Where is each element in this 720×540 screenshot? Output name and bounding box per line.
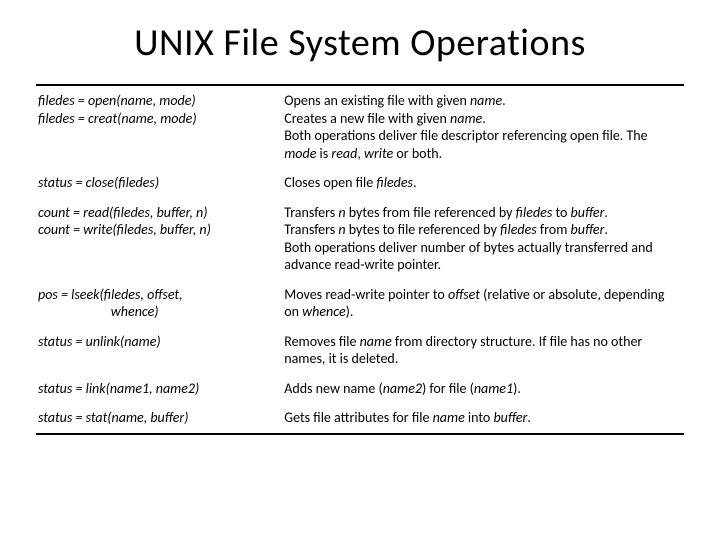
operation-description: Adds new name (name2) for file (name1). — [282, 374, 684, 404]
operation-signature: status = link(name1, name2) — [36, 374, 282, 404]
table-body: filedes = open(name, mode)filedes = crea… — [36, 85, 684, 434]
operation-description: Closes open file filedes. — [282, 168, 684, 198]
operation-description: Removes file name from directory structu… — [282, 327, 684, 374]
operation-description: Opens an existing file with given name.C… — [282, 85, 684, 168]
slide: UNIX File System Operations filedes = op… — [0, 0, 720, 540]
table-row: count = read(filedes, buffer, n)count = … — [36, 198, 684, 280]
table-row: status = stat(name, buffer)Gets file att… — [36, 403, 684, 434]
operation-description: Moves read-write pointer to offset (rela… — [282, 280, 684, 327]
operation-signature: status = stat(name, buffer) — [36, 403, 282, 434]
operation-description: Gets file attributes for file name into … — [282, 403, 684, 434]
operation-description: Transfers n bytes from file referenced b… — [282, 198, 684, 280]
table-row: pos = lseek(filedes, offset, whence)Move… — [36, 280, 684, 327]
operation-signature: status = close(filedes) — [36, 168, 282, 198]
page-title: UNIX File System Operations — [36, 20, 684, 66]
operation-signature: status = unlink(name) — [36, 327, 282, 374]
operation-signature: count = read(filedes, buffer, n)count = … — [36, 198, 282, 280]
operation-signature: pos = lseek(filedes, offset, whence) — [36, 280, 282, 327]
table-row: status = close(filedes)Closes open file … — [36, 168, 684, 198]
table-row: status = link(name1, name2)Adds new name… — [36, 374, 684, 404]
operation-signature: filedes = open(name, mode)filedes = crea… — [36, 85, 282, 168]
table-row: status = unlink(name)Removes file name f… — [36, 327, 684, 374]
operations-table: filedes = open(name, mode)filedes = crea… — [36, 84, 684, 435]
table-row: filedes = open(name, mode)filedes = crea… — [36, 85, 684, 168]
